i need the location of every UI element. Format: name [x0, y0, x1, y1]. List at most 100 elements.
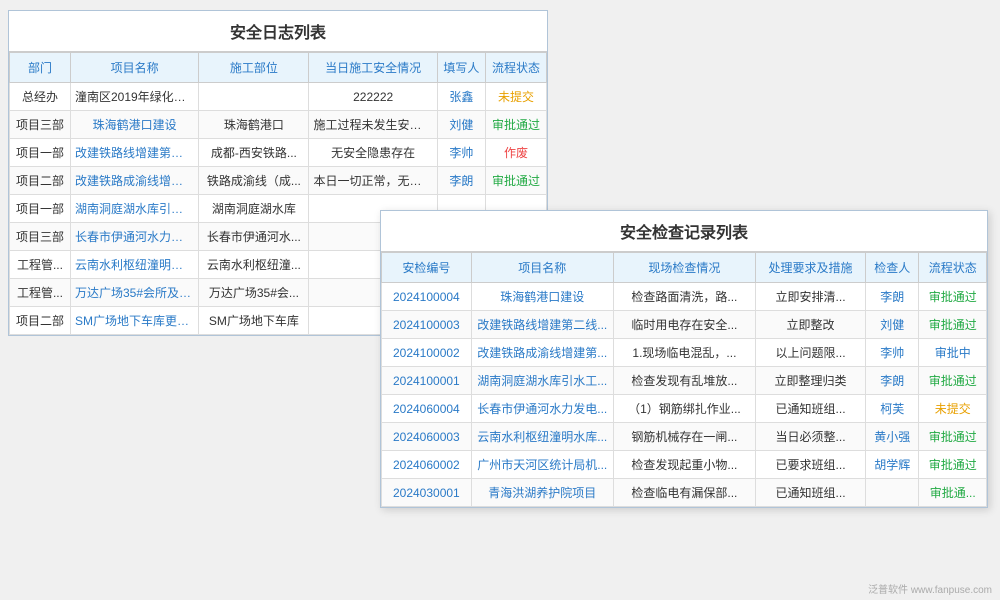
table-row: 2024060004长春市伊通河水力发电...（1）钢筋绑扎作业...已通知班组…: [382, 395, 987, 423]
table-cell: 以上问题限...: [755, 339, 865, 367]
table-cell: 未提交: [919, 395, 987, 423]
table-cell[interactable]: 李朗: [866, 367, 919, 395]
table-cell: 施工过程未发生安全事故...: [309, 111, 437, 139]
table-cell: 本日一切正常，无事故发...: [309, 167, 437, 195]
table-cell: 项目二部: [10, 307, 71, 335]
watermark: 泛普软件 www.fanpuse.com: [868, 581, 992, 596]
table-cell[interactable]: 2024100001: [382, 367, 472, 395]
table-cell[interactable]: 潼南区2019年绿化补贴项...: [70, 83, 198, 111]
table-cell[interactable]: 李帅: [866, 339, 919, 367]
table-cell: 钢筋机械存在一闸...: [613, 423, 755, 451]
table-row: 2024100001湖南洞庭湖水库引水工...检查发现有乱堆放...立即整理归类…: [382, 367, 987, 395]
table-cell[interactable]: 珠海鹤港口建设: [70, 111, 198, 139]
table-cell[interactable]: 2024060002: [382, 451, 472, 479]
table-cell: 审批通过: [919, 367, 987, 395]
right-panel: 安全检查记录列表 安检编号项目名称现场检查情况处理要求及措施检查人流程状态 20…: [380, 210, 988, 508]
table-cell: 222222: [309, 83, 437, 111]
table-cell: 珠海鹤港口: [199, 111, 309, 139]
table-cell[interactable]: 湖南洞庭湖水库引水工程...: [70, 195, 198, 223]
table-row: 项目二部改建铁路成渝线增建第二...铁路成渝线（成...本日一切正常，无事故发.…: [10, 167, 547, 195]
right-table: 安检编号项目名称现场检查情况处理要求及措施检查人流程状态 2024100004珠…: [381, 252, 987, 507]
table-cell[interactable]: 万达广场35#会所及咖啡...: [70, 279, 198, 307]
table-cell[interactable]: 胡学辉: [866, 451, 919, 479]
table-cell: 当日必须整...: [755, 423, 865, 451]
table-cell: SM广场地下车库: [199, 307, 309, 335]
table-cell[interactable]: 2024100002: [382, 339, 472, 367]
table-cell: 已要求班组...: [755, 451, 865, 479]
table-cell[interactable]: 2024060003: [382, 423, 472, 451]
table-cell: 云南水利枢纽潼...: [199, 251, 309, 279]
table-cell: 湖南洞庭湖水库: [199, 195, 309, 223]
table-cell[interactable]: SM广场地下车库更换撬...: [70, 307, 198, 335]
table-cell: 1.现场临电混乱，...: [613, 339, 755, 367]
table-cell: （1）钢筋绑扎作业...: [613, 395, 755, 423]
table-cell[interactable]: 刘健: [866, 311, 919, 339]
table-cell: 工程管...: [10, 251, 71, 279]
table-cell: 项目一部: [10, 139, 71, 167]
table-cell[interactable]: 张鑫: [437, 83, 485, 111]
table-cell[interactable]: 改建铁路线增建第二线...: [471, 311, 613, 339]
table-cell: 检查临电有漏保部...: [613, 479, 755, 507]
table-cell: 立即安排清...: [755, 283, 865, 311]
table-row: 总经办潼南区2019年绿化补贴项...222222张鑫未提交: [10, 83, 547, 111]
right-table-body: 2024100004珠海鹤港口建设检查路面清洗，路...立即安排清...李朗审批…: [382, 283, 987, 507]
table-cell[interactable]: 柯芙: [866, 395, 919, 423]
table-cell: 项目一部: [10, 195, 71, 223]
table-cell: 项目三部: [10, 223, 71, 251]
right-table-header-cell: 处理要求及措施: [755, 253, 865, 283]
right-table-header-cell: 现场检查情况: [613, 253, 755, 283]
table-cell: 审批中: [919, 339, 987, 367]
table-cell[interactable]: 2024030001: [382, 479, 472, 507]
table-cell[interactable]: 云南水利枢纽潼明水库一...: [70, 251, 198, 279]
table-cell: 长春市伊通河水...: [199, 223, 309, 251]
table-cell: 总经办: [10, 83, 71, 111]
table-cell: 项目二部: [10, 167, 71, 195]
table-cell[interactable]: 云南水利枢纽潼明水库...: [471, 423, 613, 451]
table-cell: 审批通过: [919, 311, 987, 339]
left-table-header-cell: 当日施工安全情况: [309, 53, 437, 83]
table-row: 项目三部珠海鹤港口建设珠海鹤港口施工过程未发生安全事故...刘健审批通过: [10, 111, 547, 139]
table-cell[interactable]: 2024100003: [382, 311, 472, 339]
left-panel-title: 安全日志列表: [9, 11, 547, 52]
table-cell[interactable]: 长春市伊通河水力发电...: [471, 395, 613, 423]
table-cell[interactable]: 改建铁路成渝线增建第二...: [70, 167, 198, 195]
right-table-header: 安检编号项目名称现场检查情况处理要求及措施检查人流程状态: [382, 253, 987, 283]
table-cell[interactable]: 青海洪湖养护院项目: [471, 479, 613, 507]
table-cell: 铁路成渝线（成...: [199, 167, 309, 195]
table-cell[interactable]: 珠海鹤港口建设: [471, 283, 613, 311]
table-row: 2024100002改建铁路成渝线增建第...1.现场临电混乱，...以上问题限…: [382, 339, 987, 367]
right-panel-title: 安全检查记录列表: [381, 211, 987, 252]
table-cell[interactable]: 长春市伊通河水力发电厂...: [70, 223, 198, 251]
table-cell[interactable]: 改建铁路线增建第二线直...: [70, 139, 198, 167]
table-cell: 万达广场35#会...: [199, 279, 309, 307]
table-cell[interactable]: 改建铁路成渝线增建第...: [471, 339, 613, 367]
table-cell: 审批通...: [919, 479, 987, 507]
table-cell: 已通知班组...: [755, 479, 865, 507]
table-row: 2024100004珠海鹤港口建设检查路面清洗，路...立即安排清...李朗审批…: [382, 283, 987, 311]
left-table-header: 部门项目名称施工部位当日施工安全情况填写人流程状态: [10, 53, 547, 83]
table-cell[interactable]: 2024060004: [382, 395, 472, 423]
left-table-header-cell: 填写人: [437, 53, 485, 83]
table-cell[interactable]: 刘健: [437, 111, 485, 139]
table-row: 2024100003改建铁路线增建第二线...临时用电存在安全...立即整改刘健…: [382, 311, 987, 339]
table-cell[interactable]: 湖南洞庭湖水库引水工...: [471, 367, 613, 395]
table-cell: 检查路面清洗，路...: [613, 283, 755, 311]
table-cell[interactable]: 广州市天河区统计局机...: [471, 451, 613, 479]
table-cell[interactable]: [866, 479, 919, 507]
table-row: 2024030001青海洪湖养护院项目检查临电有漏保部...已通知班组... 审批…: [382, 479, 987, 507]
table-cell: 项目三部: [10, 111, 71, 139]
table-cell: 无安全隐患存在: [309, 139, 437, 167]
table-cell[interactable]: 李朗: [866, 283, 919, 311]
table-row: 2024060003云南水利枢纽潼明水库...钢筋机械存在一闸...当日必须整.…: [382, 423, 987, 451]
table-cell[interactable]: 2024100004: [382, 283, 472, 311]
table-cell: 审批通过: [919, 423, 987, 451]
right-table-header-cell: 安检编号: [382, 253, 472, 283]
table-row: 2024060002广州市天河区统计局机...检查发现起重小物...已要求班组.…: [382, 451, 987, 479]
table-cell[interactable]: 李帅: [437, 139, 485, 167]
left-table-header-cell: 部门: [10, 53, 71, 83]
table-cell: 成都-西安铁路...: [199, 139, 309, 167]
table-cell[interactable]: 黄小强: [866, 423, 919, 451]
table-cell: 临时用电存在安全...: [613, 311, 755, 339]
table-cell[interactable]: 李朗: [437, 167, 485, 195]
table-cell: 审批通过: [919, 451, 987, 479]
